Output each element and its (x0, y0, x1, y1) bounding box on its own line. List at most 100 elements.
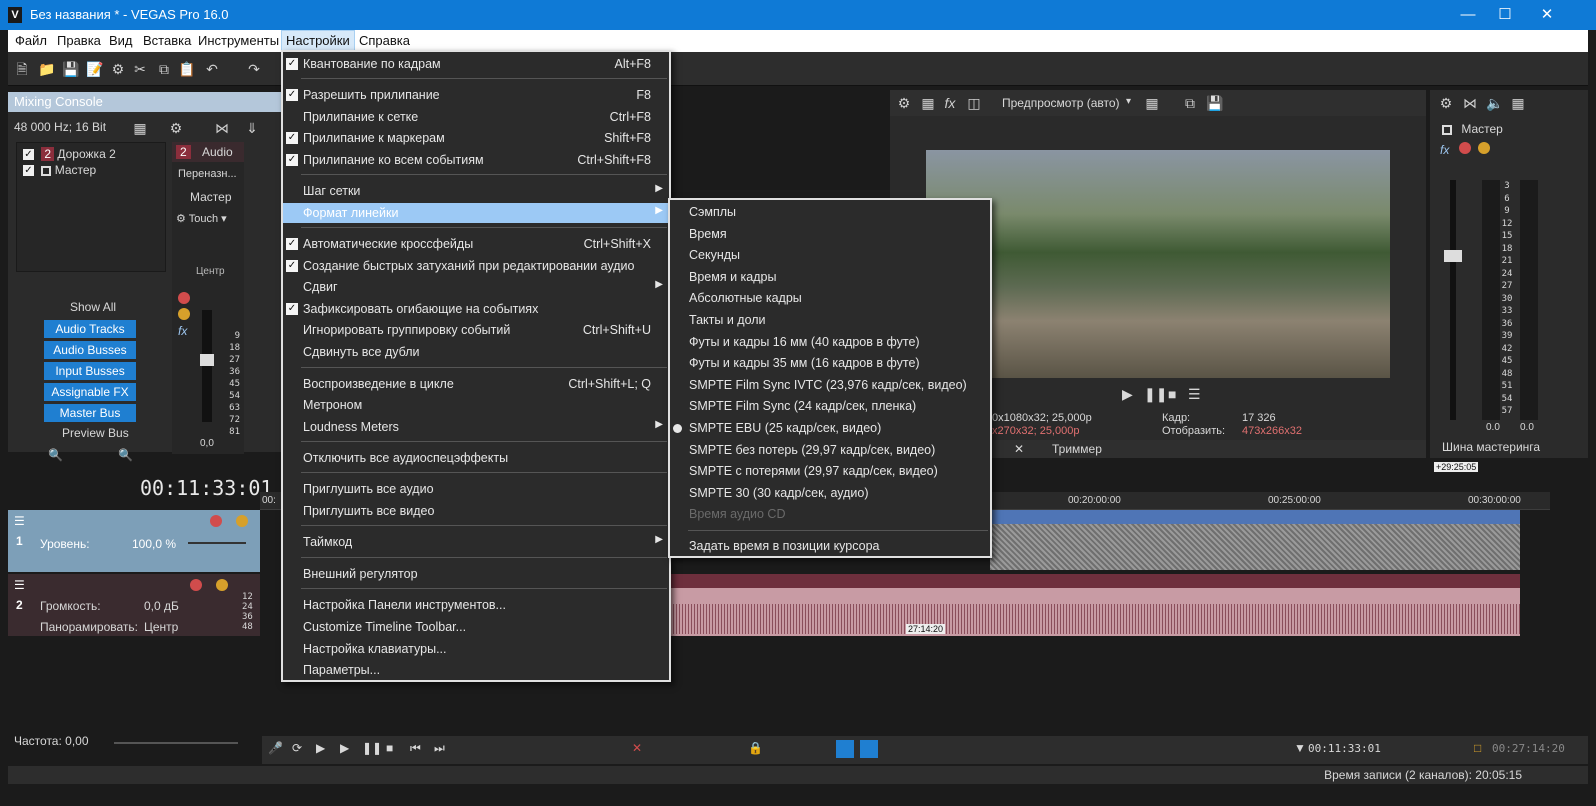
menu-view[interactable]: Вид (109, 33, 133, 48)
rewind-icon[interactable]: ⋈ (214, 120, 230, 136)
fx-icon[interactable]: fx (1440, 143, 1449, 157)
tree-item-master[interactable]: ✓ Мастер (23, 163, 96, 177)
gear-icon[interactable]: ⚙ (168, 120, 184, 136)
menu-item-enable-snapping[interactable]: ✓ Разрешить прилипание F8 (283, 85, 669, 105)
menu-edit[interactable]: Правка (57, 33, 101, 48)
undo-icon[interactable]: ↶ (204, 61, 220, 77)
track-menu-icon[interactable]: ☰ (14, 578, 25, 592)
menu-item-preferences[interactable]: Параметры... (283, 660, 669, 680)
chevron-down-icon[interactable]: ▾ (1126, 96, 1131, 107)
fx-icon[interactable]: fx (942, 95, 958, 111)
submenu-item-smpte-film[interactable]: SMPTE Film Sync (24 кадр/сек, пленка) (670, 396, 990, 416)
preview-bus-button[interactable]: Preview Bus (62, 426, 129, 440)
menu-icon[interactable]: ☰ (1188, 386, 1201, 403)
menu-item-customize-toolbar[interactable]: Настройка Панели инструментов... (283, 595, 669, 615)
master-fader-handle[interactable] (1444, 250, 1462, 262)
solo-icon[interactable] (236, 515, 248, 527)
pause-icon[interactable]: ❚❚ (362, 741, 382, 755)
menu-item-lock-envelopes[interactable]: ✓ Зафиксировать огибающие на событиях (283, 299, 669, 319)
menu-item-snap-all-events[interactable]: ✓ Прилипание ко всем событиям Ctrl+Shift+F… (283, 150, 669, 170)
audio-track-header[interactable]: ☰ 2 Громкость: 0,0 дБ Панорамировать: Це… (8, 574, 260, 636)
menu-settings[interactable]: Настройки (281, 30, 355, 52)
new-file-icon[interactable]: 🗎 (14, 61, 30, 77)
menu-item-ruler-format[interactable]: Формат линейки ▶ (283, 203, 669, 223)
level-slider[interactable] (188, 542, 246, 544)
play-from-start-icon[interactable]: ▶ (316, 741, 325, 755)
submenu-item-samples[interactable]: Сэмплы (670, 202, 990, 222)
mixer-icon[interactable]: ▦ (1510, 95, 1526, 111)
menu-item-ignore-grouping[interactable]: Игнорировать группировку событий Ctrl+Shi… (283, 320, 669, 340)
settings-gear-icon[interactable]: ⚙ (110, 61, 126, 77)
submenu-item-smpte-ivtc[interactable]: SMPTE Film Sync IVTC (23,976 кадр/сек, в… (670, 375, 990, 395)
menu-help[interactable]: Справка (359, 33, 410, 48)
menu-item-mute-all-audio[interactable]: Приглушить все аудио (283, 479, 669, 499)
stop-icon[interactable]: ■ (1168, 386, 1176, 402)
solo-icon[interactable] (1478, 142, 1491, 154)
go-to-end-icon[interactable]: ⏭ (434, 741, 445, 756)
audio-tracks-button[interactable]: Audio Tracks (44, 320, 136, 338)
loop-end-marker[interactable]: +29:25:05 (1434, 462, 1479, 472)
master-fader-track[interactable] (1444, 180, 1462, 420)
volume-down-icon[interactable]: ⇓ (244, 120, 260, 136)
menu-item-bypass-audio-fx[interactable]: Отключить все аудиоспецэффекты (283, 448, 669, 468)
automation-mode[interactable]: ⚙ Touch ▾ (176, 212, 227, 225)
rate-slider[interactable] (114, 742, 238, 744)
menu-item-loop-playback[interactable]: Воспроизведение в цикле Ctrl+Shift+L; Q (283, 374, 669, 394)
mute-icon[interactable] (178, 292, 190, 304)
submenu-item-measures-beats[interactable]: Такты и доли (670, 310, 990, 330)
menu-item-timecode[interactable]: Таймкод ▶ (283, 532, 669, 552)
split-screen-icon[interactable]: ◫ (966, 95, 982, 111)
submenu-item-time-frames[interactable]: Время и кадры (670, 267, 990, 287)
submenu-item-smpte-drop[interactable]: SMPTE с потерями (29,97 кадр/сек, видео) (670, 461, 990, 481)
menu-item-mute-all-video[interactable]: Приглушить все видео (283, 501, 669, 521)
menu-item-auto-crossfades[interactable]: ✓ Автоматические кроссфейды Ctrl+Shift+X (283, 234, 669, 254)
menu-item-snap-grid[interactable]: Прилипание к сетке Ctrl+F8 (283, 107, 669, 127)
copy-snapshot-icon[interactable]: ⧉ (1182, 95, 1198, 111)
zoom-in-icon[interactable]: 🔍 (118, 448, 133, 462)
track-menu-icon[interactable]: ☰ (14, 514, 25, 528)
play-icon[interactable]: ▶ (1122, 386, 1133, 403)
fader-handle[interactable] (200, 354, 214, 366)
close-icon[interactable]: ✕ (1532, 4, 1562, 26)
submenu-item-smpte-30[interactable]: SMPTE 30 (30 кадр/сек, аудио) (670, 483, 990, 503)
menu-item-customize-timeline-toolbar[interactable]: Customize Timeline Toolbar... (283, 617, 669, 637)
record-icon[interactable]: 🎤 (268, 741, 283, 755)
stop-icon[interactable]: ■ (386, 741, 393, 755)
snap-icon[interactable] (836, 740, 854, 758)
gear-icon[interactable]: ⚙ (896, 95, 912, 111)
submenu-item-smpte-nondrop[interactable]: SMPTE без потерь (29,97 кадр/сек, видео) (670, 440, 990, 460)
save-as-icon[interactable]: 📝 (86, 61, 103, 77)
fx-icon[interactable]: fx (178, 324, 192, 338)
tree-item-track2[interactable]: ✓ 2 Дорожка 2 (23, 147, 116, 161)
checkbox-icon[interactable]: ✓ (23, 165, 34, 177)
menu-item-metronome[interactable]: Метроном (283, 395, 669, 415)
menu-item-external-control[interactable]: Внешний регулятор (283, 564, 669, 584)
submenu-item-time[interactable]: Время (670, 224, 990, 244)
rewind-icon[interactable]: ⋈ (1462, 95, 1478, 111)
open-folder-icon[interactable]: 📁 (38, 61, 55, 77)
mute-icon[interactable] (1458, 142, 1471, 154)
lock-icon[interactable]: 🔒 (748, 741, 763, 755)
save-snapshot-icon[interactable]: 💾 (1206, 95, 1223, 111)
menu-item-quick-fades[interactable]: ✓ Создание быстрых затуханий при редактир… (283, 256, 669, 276)
output-target[interactable]: Мастер (190, 190, 232, 204)
menu-item-ripple[interactable]: Сдвиг ▶ (283, 277, 669, 297)
pause-icon[interactable]: ❚❚ (1144, 386, 1167, 403)
redo-icon[interactable]: ↷ (246, 61, 262, 77)
menu-item-loudness-meters[interactable]: Loudness Meters ▶ (283, 417, 669, 437)
solo-icon[interactable] (178, 308, 190, 320)
menu-item-grid-spacing[interactable]: Шаг сетки ▶ (283, 181, 669, 201)
menu-item-quantize-frames[interactable]: ✓ Квантование по кадрам Alt+F8 (283, 54, 669, 74)
save-icon[interactable]: 💾 (62, 61, 79, 77)
show-all-button[interactable]: Show All (70, 300, 116, 314)
audio-event[interactable]: 27:14:20 (670, 574, 1520, 636)
video-track-header[interactable]: ☰ 1 Уровень: 100,0 % (8, 510, 260, 572)
audio-busses-button[interactable]: Audio Busses (44, 341, 136, 359)
menu-tools[interactable]: Инструменты (198, 33, 279, 48)
input-busses-button[interactable]: Input Busses (44, 362, 136, 380)
mute-icon[interactable] (210, 515, 222, 527)
submenu-item-seconds[interactable]: Секунды (670, 245, 990, 265)
copy-icon[interactable]: ⧉ (156, 61, 172, 77)
play-icon[interactable]: ▶ (340, 741, 349, 755)
grid-icon[interactable]: ▦ (1144, 95, 1160, 111)
